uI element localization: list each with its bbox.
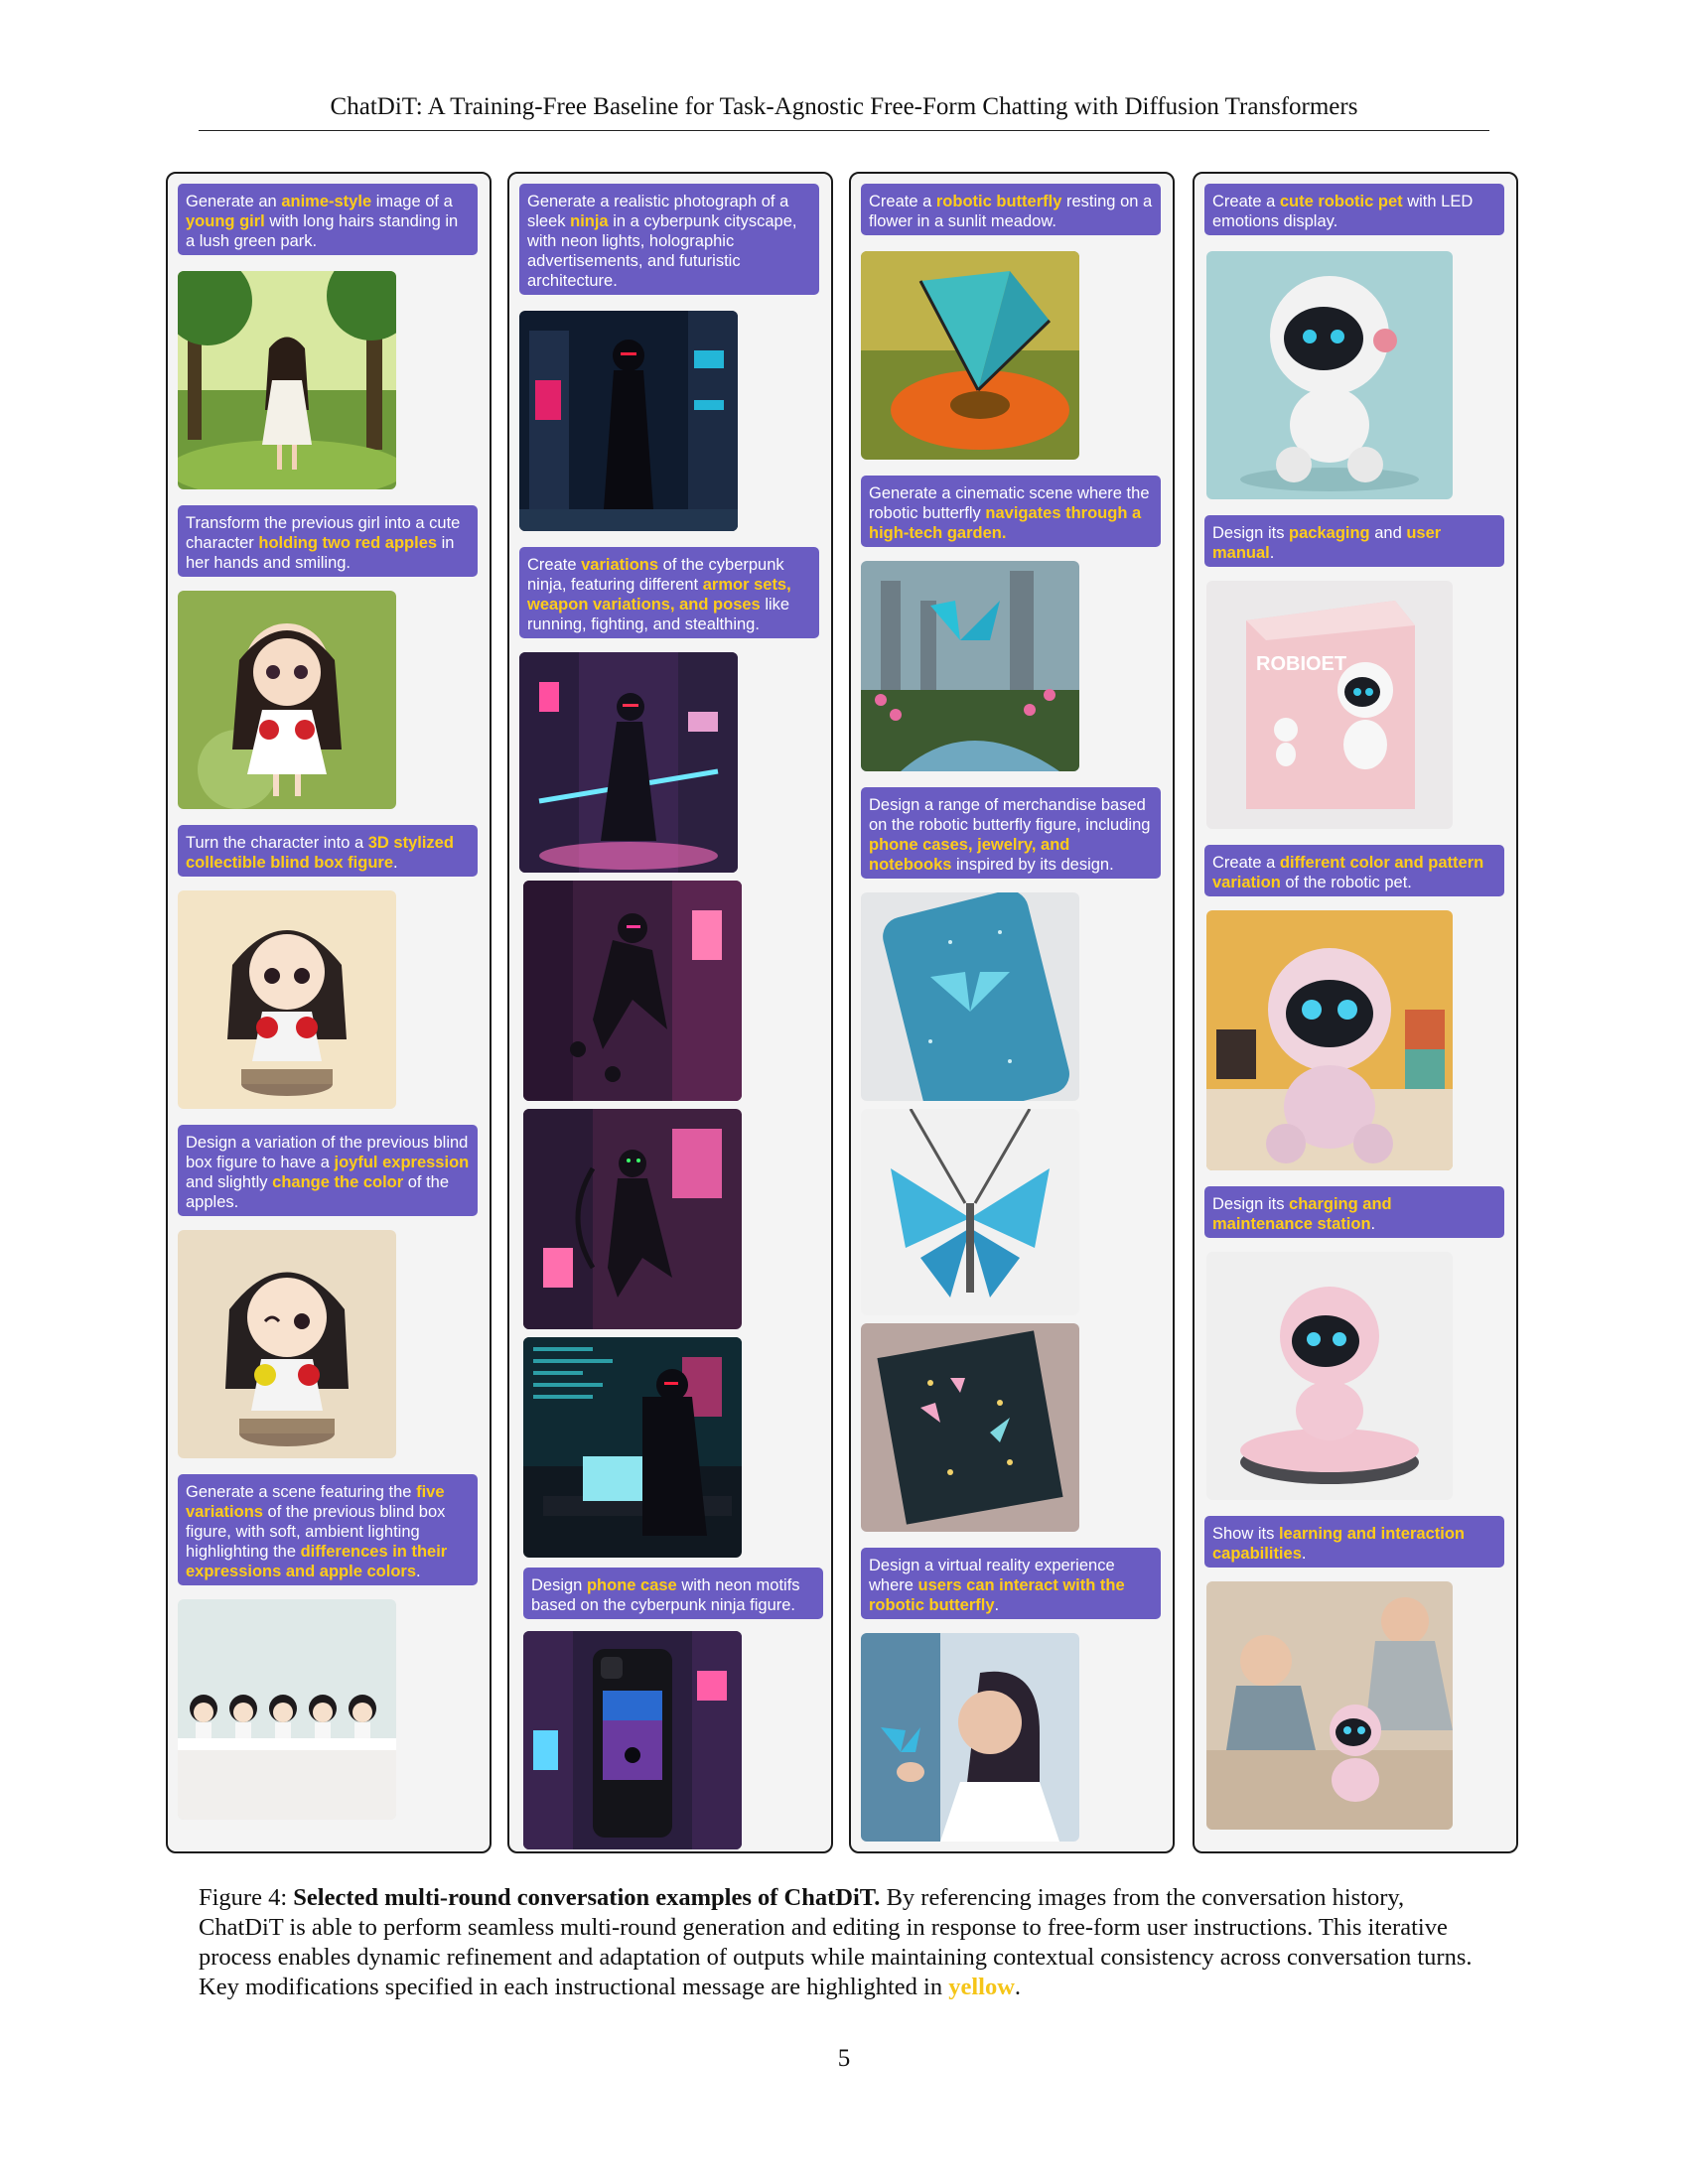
page-number: 5 (837, 2045, 851, 2072)
prompt-text: Generate an (186, 193, 282, 210)
butterfly-necklace-image (861, 1109, 1079, 1315)
anime-girl-in-park-image (178, 271, 396, 489)
robot-charging-station-image (1206, 1252, 1453, 1500)
prompt-text: Create a (1212, 854, 1280, 872)
header-rule (199, 130, 1489, 131)
prompt-text: . (1370, 1215, 1376, 1233)
conversation-panel-robotic-butterfly: Create a robotic butterfly resting on a … (849, 172, 1175, 1853)
conversation-panel-robotic-pet: Create a cute robotic pet with LED emoti… (1193, 172, 1518, 1853)
packaging-brand-text: ROBIOET (1256, 653, 1346, 675)
butterfly-phone-case-image (861, 892, 1079, 1101)
robot-with-child-image (1206, 1581, 1453, 1830)
prompt-highlight-text: phone case (586, 1576, 677, 1594)
prompt-highlight-text: variations (581, 556, 659, 574)
ninja-phone-case-image (523, 1631, 742, 1849)
ninja-at-laptop-image (523, 1337, 742, 1558)
butterfly-on-flower-image (861, 251, 1079, 460)
ninja-running-image (523, 881, 742, 1101)
chibi-girl-holding-apples-image (178, 591, 396, 809)
prompt-box: Create a cute robotic pet with LED emoti… (1204, 184, 1504, 235)
robot-pet-image (1206, 251, 1453, 499)
prompt-text: . (994, 1596, 1000, 1614)
prompt-highlight-text: joyful expression (334, 1154, 470, 1171)
prompt-text: Design its (1212, 524, 1290, 542)
prompt-box: Generate an anime-style image of a young… (178, 184, 478, 255)
prompt-box: Design its charging and maintenance stat… (1204, 1186, 1504, 1238)
conversation-panel-cyberpunk-ninja: Generate a realistic photograph of a sle… (507, 172, 833, 1853)
prompt-box: Design a variation of the previous blind… (178, 1125, 478, 1216)
prompt-text: . (1301, 1545, 1307, 1563)
prompt-highlight-text: young girl (186, 212, 265, 230)
prompt-box: Design a range of merchandise based on t… (861, 787, 1161, 879)
prompt-highlight-text: packaging (1289, 524, 1370, 542)
prompt-text: Create a (869, 193, 936, 210)
butterfly-in-garden-image (861, 561, 1079, 771)
prompt-box: Design phone case with neon motifs based… (523, 1568, 823, 1619)
prompt-highlight-text: cute robotic pet (1279, 193, 1403, 210)
prompt-text: Design a range of merchandise based on t… (869, 796, 1151, 834)
prompt-text: Design (531, 1576, 587, 1594)
prompt-text: Create (527, 556, 582, 574)
page-header-title: ChatDiT: A Training-Free Baseline for Ta… (330, 93, 1358, 120)
prompt-box: Create a different color and pattern var… (1204, 845, 1504, 896)
figure-caption: Figure 4: Selected multi-round conversat… (199, 1883, 1489, 2002)
prompt-text: . (416, 1563, 421, 1580)
prompt-box: Generate a realistic photograph of a sle… (519, 184, 819, 295)
pink-robot-variation-image (1206, 910, 1453, 1170)
ninja-with-sword-image (519, 652, 738, 873)
blind-box-figure-image (178, 890, 396, 1109)
prompt-box: Turn the character into a 3D stylized co… (178, 825, 478, 877)
prompt-text: Turn the character into a (186, 834, 368, 852)
prompt-box: Transform the previous girl into a cute … (178, 505, 478, 577)
prompt-text: of the robotic pet. (1280, 874, 1412, 891)
prompt-text: and slightly (186, 1173, 273, 1191)
caption-end: . (1014, 1974, 1022, 2000)
caption-lead: Selected multi-round conversation exampl… (293, 1884, 881, 1911)
prompt-text: . (393, 854, 398, 872)
prompt-text: Design its (1212, 1195, 1290, 1213)
butterfly-notebook-image (861, 1323, 1079, 1532)
prompt-highlight-text: change the color (272, 1173, 404, 1191)
prompt-box: Design a virtual reality experience wher… (861, 1548, 1161, 1619)
prompt-box: Generate a scene featuring the five vari… (178, 1474, 478, 1585)
prompt-text: Generate a scene featuring the (186, 1483, 417, 1501)
prompt-text: inspired by its design. (951, 856, 1114, 874)
prompt-box: Generate a cinematic scene where the rob… (861, 476, 1161, 547)
caption-highlight-word: yellow (948, 1974, 1015, 2000)
prompt-highlight-text: robotic butterfly (935, 193, 1062, 210)
conversation-panel-anime-girl: Generate an anime-style image of a young… (166, 172, 492, 1853)
caption-label: Figure 4: (199, 1884, 294, 1911)
prompt-box: Create variations of the cyberpunk ninja… (519, 547, 819, 638)
prompt-box: Create a robotic butterfly resting on a … (861, 184, 1161, 235)
ninja-with-bow-image (523, 1109, 742, 1329)
cyberpunk-ninja-image (519, 311, 738, 531)
robot-packaging-image: ROBIOET (1206, 581, 1453, 829)
vr-butterfly-woman-image (861, 1633, 1079, 1842)
prompt-highlight-text: anime-style (281, 193, 372, 210)
joyful-blind-box-figure-image (178, 1230, 396, 1458)
prompt-highlight-text: ninja (570, 212, 609, 230)
prompt-text: Create a (1212, 193, 1280, 210)
prompt-box: Show its learning and interaction capabi… (1204, 1516, 1504, 1568)
prompt-text: and (1369, 524, 1407, 542)
prompt-highlight-text: holding two red apples (258, 534, 438, 552)
prompt-text: . (1269, 544, 1275, 562)
prompt-text: Show its (1212, 1525, 1279, 1543)
prompt-text: image of a (371, 193, 453, 210)
five-figures-scene-image (178, 1599, 396, 1820)
prompt-box: Design its packaging and user manual. (1204, 515, 1504, 567)
